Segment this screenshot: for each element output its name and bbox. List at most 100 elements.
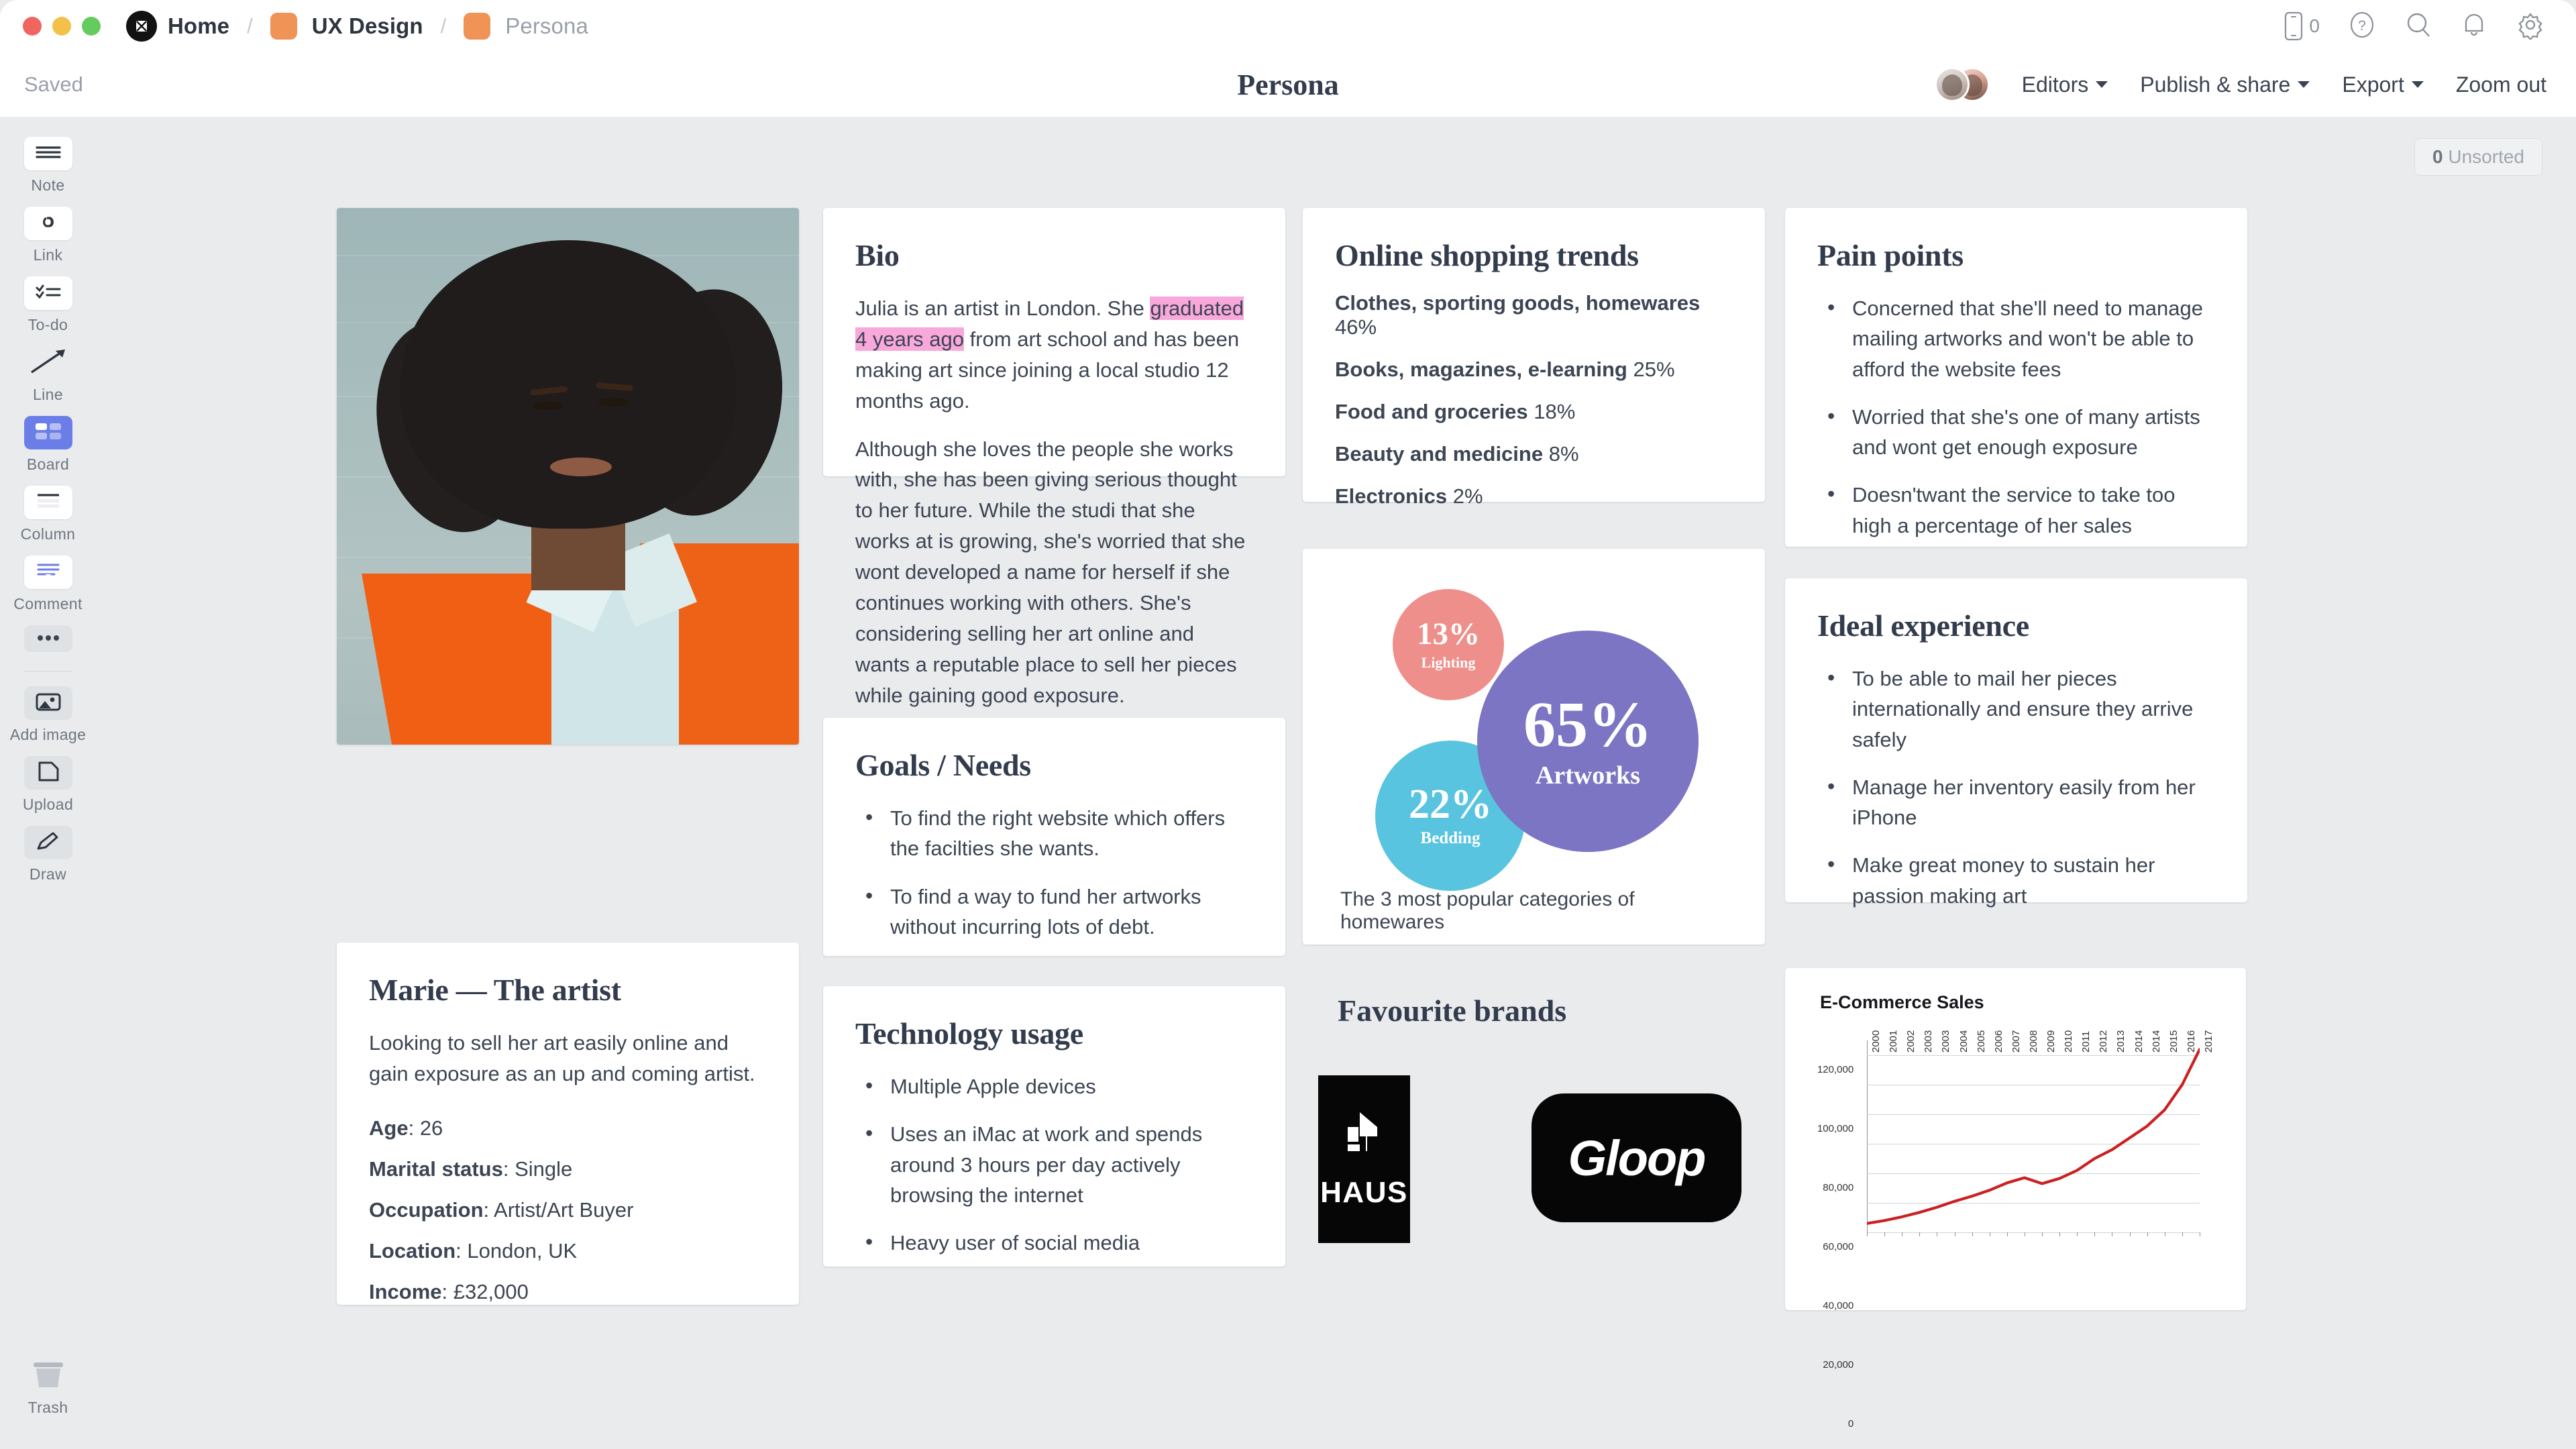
bubble-artworks: 65% Artworks <box>1477 631 1699 852</box>
trend-row: Beauty and medicine 8% <box>1335 442 1579 466</box>
list-item: Manage her inventory easily from her iPh… <box>1817 771 2215 833</box>
bio-paragraph-2: Although she loves the people she works … <box>855 437 1246 707</box>
x-axis-mark <box>2077 1232 2078 1236</box>
sidebar-item-board[interactable]: Board <box>0 416 96 474</box>
bubble-value: 22% <box>1409 782 1492 827</box>
profile-field: Income: £32,000 <box>369 1279 529 1303</box>
brand-logo-gloop[interactable]: Gloop <box>1532 1093 1741 1222</box>
y-axis-tick: 60,000 <box>1823 1241 1854 1253</box>
x-axis-tick: 2007 <box>2010 1030 2022 1053</box>
sidebar-item-todo[interactable]: To-do <box>0 276 96 334</box>
breadcrumb-home[interactable]: Home <box>168 13 229 39</box>
todo-icon <box>34 284 62 303</box>
page-title[interactable]: Persona <box>0 68 2576 102</box>
maximize-window-button[interactable] <box>82 17 101 36</box>
link-icon <box>35 213 62 235</box>
x-axis-tick: 2009 <box>2045 1030 2057 1053</box>
breadcrumb-project[interactable]: UX Design <box>312 13 423 39</box>
x-axis-mark <box>1884 1232 1886 1236</box>
list-item: Doesn'twant the service to take too high… <box>1817 478 2215 541</box>
sidebar-item-add-image[interactable]: Add image <box>0 686 96 744</box>
app-logo-icon[interactable] <box>126 11 157 42</box>
sidebar-label: Board <box>26 455 70 473</box>
tech-list: Multiple Apple devices Uses an iMac at w… <box>855 1070 1253 1258</box>
brand-logo-haus[interactable]: HAUS <box>1318 1075 1410 1243</box>
bubble-value: 13% <box>1417 616 1480 651</box>
list-item: Concerned that she'll need to manage mai… <box>1817 292 2215 384</box>
window-titlebar: Home / UX Design / Persona 0 ? <box>0 0 2576 52</box>
pain-title: Pain points <box>1817 238 1964 272</box>
trend-row: Clothes, sporting goods, homewares 46% <box>1335 291 1701 339</box>
window-controls[interactable] <box>23 17 101 36</box>
favourite-brands-title: Favourite brands <box>1338 994 1567 1028</box>
x-axis-tick: 2014 <box>2150 1030 2162 1053</box>
minimize-window-button[interactable] <box>52 17 71 36</box>
unsorted-badge[interactable]: 0 Unsorted <box>2414 138 2542 176</box>
list-item: To find a way to fund her artworks witho… <box>855 880 1253 943</box>
x-axis-tick: 2016 <box>2185 1030 2197 1053</box>
y-axis-tick: 120,000 <box>1817 1064 1854 1076</box>
sidebar-item-upload[interactable]: Upload <box>0 756 96 814</box>
bubble-label: Lighting <box>1421 653 1476 671</box>
editor-avatars[interactable] <box>1934 67 1990 102</box>
x-axis-tick: 2014 <box>2133 1030 2145 1053</box>
upload-file-icon <box>37 761 60 786</box>
persona-profile-card[interactable]: Marie — The artist Looking to sell her a… <box>337 943 799 1305</box>
sidebar-label: To-do <box>28 316 68 333</box>
profile-field: Age: 26 <box>369 1116 443 1140</box>
sidebar-item-more[interactable] <box>0 625 96 652</box>
breadcrumb-separator-2: / <box>440 14 447 38</box>
x-axis-tick: 2012 <box>2098 1030 2110 1053</box>
list-item: To find the right website which offers t… <box>855 802 1253 864</box>
device-preview-button[interactable]: 0 <box>2284 11 2320 41</box>
pain-list: Concerned that she'll need to manage mai… <box>1817 292 2215 541</box>
breadcrumb-current-page: Persona <box>505 13 588 38</box>
bell-icon[interactable] <box>2461 11 2487 42</box>
list-item: Multiple Apple devices <box>855 1070 1253 1102</box>
bubble-label: Artworks <box>1535 761 1641 790</box>
sidebar-item-note[interactable]: Note <box>0 137 96 195</box>
topbar-actions: 0 ? <box>2284 10 2545 43</box>
pain-points-card[interactable]: Pain points Concerned that she'll need t… <box>1785 208 2247 547</box>
sidebar-item-draw[interactable]: Draw <box>0 826 96 883</box>
ecommerce-sales-chart-card[interactable]: E-Commerce Sales 0 20,000 40,000 60,000 80,0… <box>1785 968 2246 1430</box>
technology-usage-card[interactable]: Technology usage Multiple Apple devices … <box>823 986 1285 1267</box>
bubble-label: Bedding <box>1420 829 1481 847</box>
trends-title: Online shopping trends <box>1335 238 1639 272</box>
sales-line-series <box>1867 1048 2200 1225</box>
image-icon <box>35 692 62 715</box>
trash-icon <box>30 1358 67 1394</box>
tech-title: Technology usage <box>855 1016 1083 1051</box>
board-icon <box>34 422 63 444</box>
sidebar-item-column[interactable]: Column <box>0 486 96 543</box>
bubble-chart-caption: The 3 most popular categories of homewar… <box>1340 888 1635 933</box>
sidebar-item-line[interactable]: Line <box>0 346 96 404</box>
sidebar-label: Add image <box>9 726 87 743</box>
sidebar-item-trash[interactable]: Trash <box>0 1359 96 1417</box>
x-axis-mark <box>2182 1232 2183 1236</box>
online-shopping-trends-card[interactable]: Online shopping trends Clothes, sporting… <box>1303 208 1765 508</box>
y-axis-tick: 20,000 <box>1823 1359 1854 1371</box>
trend-row: Food and groceries 18% <box>1335 400 1576 423</box>
more-dots-icon <box>35 633 62 645</box>
ideal-experience-card[interactable]: Ideal experience To be able to mail her … <box>1785 578 2247 908</box>
gear-icon[interactable] <box>2516 10 2545 43</box>
x-axis-tick: 2002 <box>1905 1030 1917 1053</box>
persona-photo[interactable] <box>337 208 799 745</box>
list-item: Worried that she's one of many artists a… <box>1817 400 2215 463</box>
help-icon[interactable]: ? <box>2348 11 2376 42</box>
breadcrumb-separator-1: / <box>247 14 253 38</box>
search-icon[interactable] <box>2404 11 2432 42</box>
sidebar-item-comment[interactable]: Comment <box>0 555 96 613</box>
sidebar-label: Link <box>33 246 63 264</box>
goals-needs-card[interactable]: Goals / Needs To find the right website … <box>823 718 1285 956</box>
sidebar-item-link[interactable]: Link <box>0 207 96 264</box>
chart-title: E-Commerce Sales <box>1820 992 1984 1012</box>
y-axis-tick: 40,000 <box>1823 1300 1854 1312</box>
bio-card[interactable]: Bio Julia is an artist in London. She gr… <box>823 208 1285 707</box>
close-window-button[interactable] <box>23 17 42 36</box>
sidebar-label: Note <box>31 176 65 194</box>
note-icon <box>34 144 62 164</box>
x-axis-mark <box>2042 1232 2043 1236</box>
homewares-bubble-chart-card[interactable]: 13% Lighting 22% Bedding 65% Artworks Th… <box>1303 549 1765 945</box>
